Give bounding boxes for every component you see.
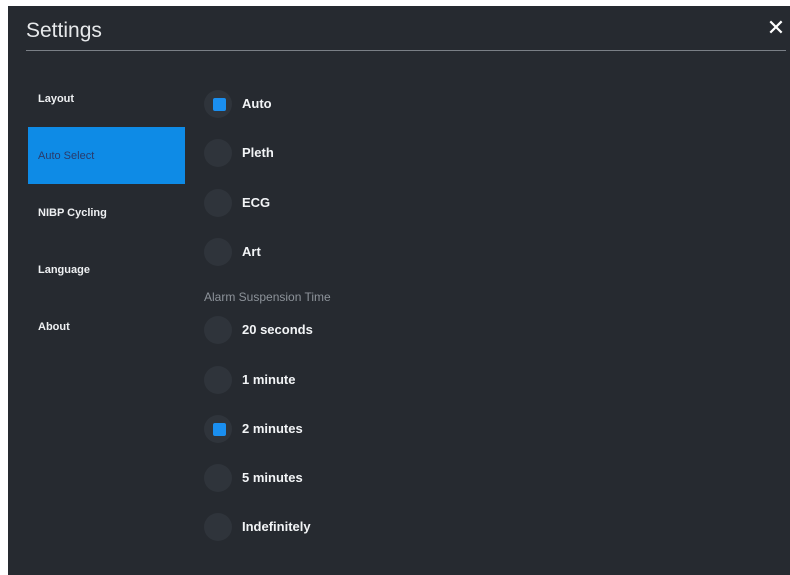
radio-button[interactable]: [204, 316, 232, 344]
radio-button[interactable]: [204, 513, 232, 541]
radio-option-indefinitely[interactable]: Indefinitely: [204, 513, 424, 543]
radio-option-5-minutes[interactable]: 5 minutes: [204, 464, 424, 494]
radio-button[interactable]: [204, 189, 232, 217]
radio-label: 1 minute: [242, 372, 296, 387]
settings-sidebar: Layout Auto Select NIBP Cycling Language…: [28, 70, 185, 355]
radio-option-pleth[interactable]: Pleth: [204, 139, 424, 169]
radio-button-checked[interactable]: [204, 90, 232, 118]
radio-label: Pleth: [242, 145, 274, 160]
radio-label: Auto: [242, 96, 272, 111]
radio-option-20-seconds[interactable]: 20 seconds: [204, 316, 424, 346]
radio-button[interactable]: [204, 238, 232, 266]
radio-option-1-minute[interactable]: 1 minute: [204, 366, 424, 396]
radio-label: Art: [242, 244, 261, 259]
sidebar-item-nibp-cycling[interactable]: NIBP Cycling: [28, 184, 185, 241]
sidebar-item-label: NIBP Cycling: [38, 207, 107, 219]
radio-label: ECG: [242, 195, 271, 210]
radio-option-art[interactable]: Art: [204, 238, 424, 268]
radio-option-auto[interactable]: Auto: [204, 90, 424, 120]
sidebar-item-label: About: [38, 321, 70, 333]
radio-option-2-minutes[interactable]: 2 minutes: [204, 415, 424, 445]
radio-label: 2 minutes: [242, 421, 303, 436]
settings-title: Settings: [26, 19, 102, 42]
radio-label: Indefinitely: [242, 519, 311, 534]
radio-button[interactable]: [204, 464, 232, 492]
close-icon[interactable]: ✕: [764, 16, 788, 40]
settings-window: Settings ✕ Layout Auto Select NIBP Cycli…: [8, 6, 790, 575]
radio-option-ecg[interactable]: ECG: [204, 189, 424, 219]
radio-button[interactable]: [204, 366, 232, 394]
radio-button-checked[interactable]: [204, 415, 232, 443]
sidebar-item-label: Language: [38, 264, 90, 276]
sidebar-item-label: Auto Select: [38, 150, 95, 162]
alarm-suspension-label: Alarm Suspension Time: [204, 290, 331, 304]
sidebar-item-layout[interactable]: Layout: [28, 70, 185, 127]
sidebar-item-auto-select[interactable]: Auto Select: [28, 127, 185, 184]
radio-button[interactable]: [204, 139, 232, 167]
sidebar-item-about[interactable]: About: [28, 298, 185, 355]
settings-options-panel: Auto Pleth ECG Art Alarm Suspension Time…: [204, 6, 604, 575]
radio-label: 5 minutes: [242, 470, 303, 485]
radio-label: 20 seconds: [242, 322, 313, 337]
sidebar-item-language[interactable]: Language: [28, 241, 185, 298]
sidebar-item-label: Layout: [38, 93, 75, 105]
